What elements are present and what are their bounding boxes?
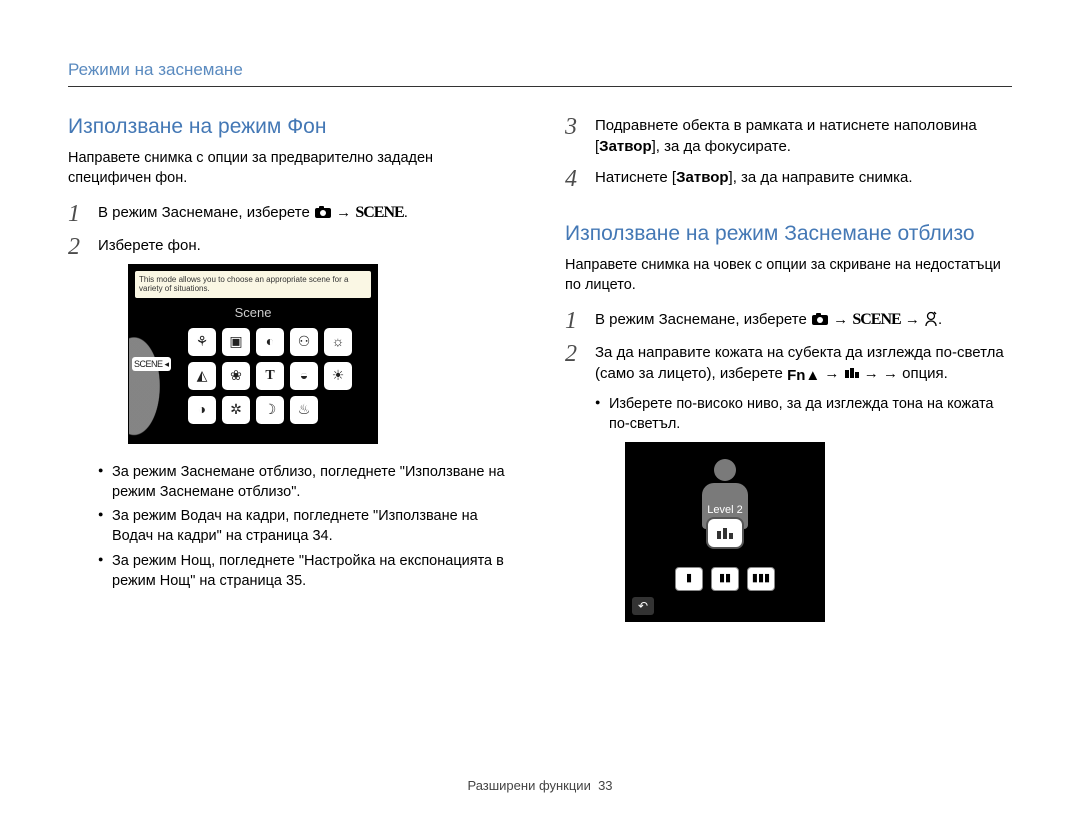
- step-2: Изберете фон. This mode allows you to ch…: [68, 235, 515, 444]
- right-column: Подравнете обекта в рамката и натиснете …: [565, 115, 1012, 632]
- step-text: ], за да фокусирате.: [652, 138, 791, 155]
- step-text: ], за да направите снимка.: [729, 169, 913, 186]
- notes-list: За режим Заснемане отблизо, погледнете "…: [68, 462, 515, 592]
- left-column: Използване на режим Фон Направете снимка…: [68, 115, 515, 632]
- scene-back-badge: SCENE ◂: [132, 357, 171, 372]
- shutter-label: Затвор: [676, 169, 728, 186]
- arrow-icon: →: [824, 365, 843, 382]
- note-item: За режим Нощ, погледнете "Настройка на е…: [98, 551, 515, 592]
- fn-up-icon: Fn▲: [787, 365, 820, 386]
- level-options-row: ▮ ▮▮ ▮▮▮: [675, 567, 775, 591]
- step-2-r: За да направите кожата на субекта да изг…: [565, 342, 1012, 623]
- scene-icon[interactable]: ◒: [290, 362, 318, 390]
- back-button[interactable]: ↶: [632, 597, 654, 615]
- level-label: Level 2: [707, 503, 742, 518]
- note-item: За режим Заснемане отблизо, погледнете "…: [98, 462, 515, 503]
- face-level-icon: [844, 366, 860, 380]
- scene-icon[interactable]: ⚇: [290, 328, 318, 356]
- scene-label-inline: SCENE: [355, 204, 403, 221]
- hint-tooltip: This mode allows you to choose an approp…: [135, 271, 371, 298]
- steps-list-left: В режим Заснемане, изберете → SCENE. Изб…: [68, 202, 515, 443]
- camera-icon: [811, 312, 829, 326]
- scene-menu-screenshot: This mode allows you to choose an approp…: [128, 264, 378, 444]
- level-center-button[interactable]: [708, 519, 742, 547]
- arrow-icon: →: [336, 204, 355, 221]
- scene-icon[interactable]: ☀: [324, 362, 352, 390]
- shutter-label: Затвор: [599, 138, 651, 155]
- steps-list-right-top: Подравнете обекта в рамката и натиснете …: [565, 115, 1012, 188]
- step-3: Подравнете обекта в рамката и натиснете …: [565, 115, 1012, 157]
- scene-icon[interactable]: ☽: [256, 396, 284, 424]
- step-text: Изберете фон.: [98, 237, 201, 254]
- note-item: За режим Водач на кадри, погледнете "Изп…: [98, 506, 515, 547]
- step-text: Натиснете [: [595, 169, 676, 186]
- arrow-icon: →: [905, 311, 924, 328]
- level-option-1[interactable]: ▮: [675, 567, 703, 591]
- scene-icon[interactable]: ❀: [222, 362, 250, 390]
- scene-icon[interactable]: ⚘: [188, 328, 216, 356]
- arrow-icon: →: [833, 311, 852, 328]
- scene-icon[interactable]: ◭: [188, 362, 216, 390]
- intro-text-2: Направете снимка на човек с опции за скр…: [565, 256, 1012, 295]
- scene-icon[interactable]: ✲: [222, 396, 250, 424]
- section-title-closeup-mode: Използване на режим Заснемане отблизо: [565, 222, 1012, 246]
- level-option-2[interactable]: ▮▮: [711, 567, 739, 591]
- scene-icon[interactable]: ◐: [256, 328, 284, 356]
- step-text: В режим Заснемане, изберете: [98, 204, 314, 221]
- scene-icon[interactable]: ◑: [188, 396, 216, 424]
- scene-label-inline: SCENE: [852, 311, 900, 328]
- step-text: В режим Заснемане, изберете: [595, 311, 811, 328]
- scene-icon-grid: ⚘ ▣ ◐ ⚇ ☼ ◭ ❀ T ◒ ☀ ◑ ✲ ☽ ♨: [169, 328, 371, 424]
- step-1: В режим Заснемане, изберете → SCENE.: [68, 202, 515, 224]
- level-screenshot: Level 2 ▮ ▮▮ ▮▮▮ ↶: [625, 442, 825, 622]
- step-1-r: В режим Заснемане, изберете → SCENE → .: [565, 309, 1012, 331]
- section-title-background-mode: Използване на режим Фон: [68, 115, 515, 139]
- step-4: Натиснете [Затвор], за да направите сним…: [565, 167, 1012, 188]
- footer-section: Разширени функции: [467, 778, 590, 793]
- scene-icon[interactable]: ▣: [222, 328, 250, 356]
- scene-icon[interactable]: ☼: [324, 328, 352, 356]
- scene-icon[interactable]: T: [256, 362, 284, 390]
- level-option-3[interactable]: ▮▮▮: [747, 567, 775, 591]
- beauty-icon: [924, 310, 938, 326]
- arrow-icon: →: [864, 365, 879, 382]
- sub-notes: Изберете по-високо ниво, за да изглежда …: [595, 394, 1012, 435]
- step-text: → опция.: [883, 365, 948, 382]
- camera-icon: [314, 205, 332, 219]
- breadcrumb: Режими на заснемане: [68, 60, 1012, 87]
- intro-text: Направете снимка с опции за предварителн…: [68, 149, 515, 188]
- footer-page-number: 33: [598, 778, 612, 793]
- content-columns: Използване на режим Фон Направете снимка…: [68, 115, 1012, 632]
- scene-icon[interactable]: ♨: [290, 396, 318, 424]
- page-footer: Разширени функции 33: [0, 778, 1080, 793]
- steps-list-right-bottom: В режим Заснемане, изберете → SCENE → . …: [565, 309, 1012, 622]
- note-item: Изберете по-високо ниво, за да изглежда …: [595, 394, 1012, 435]
